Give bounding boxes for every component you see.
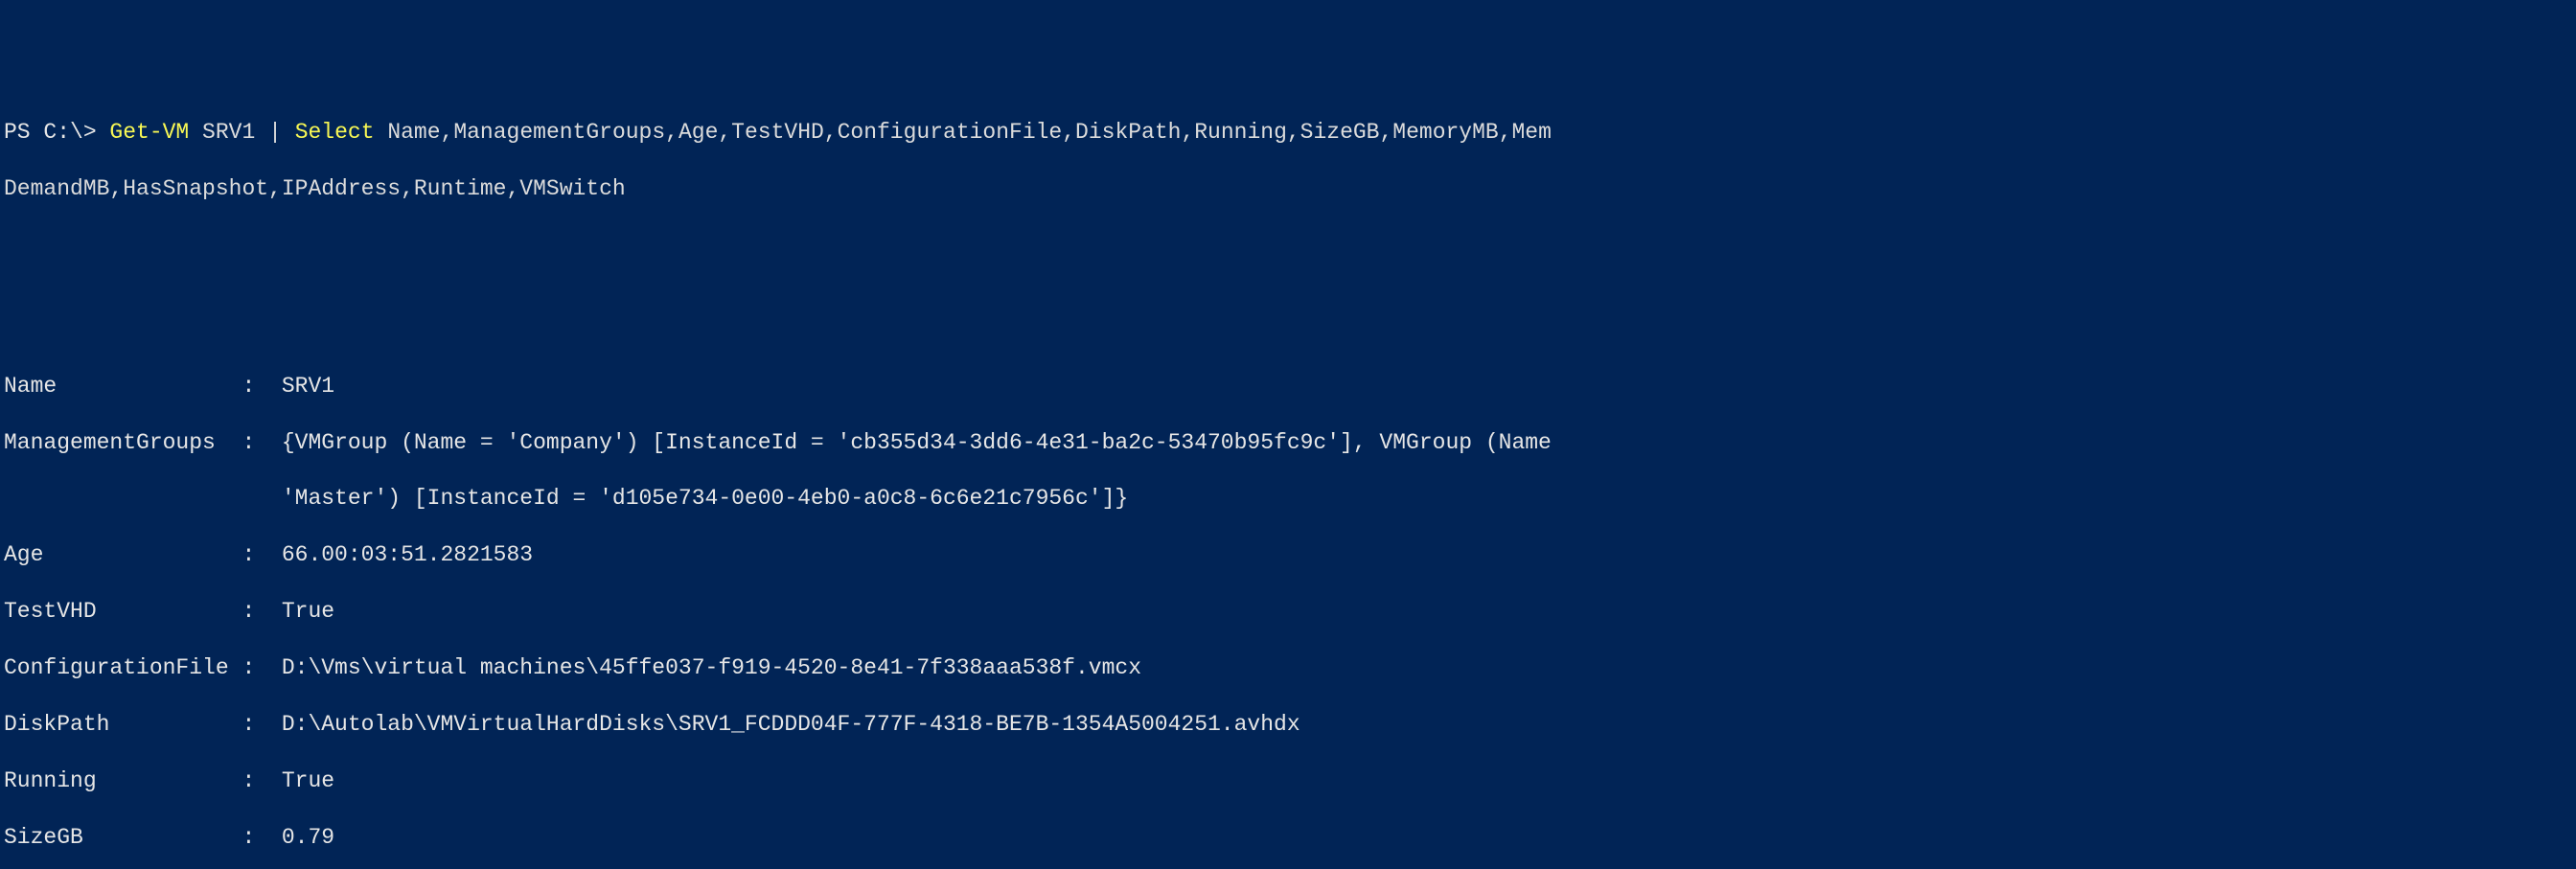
key-configurationfile: ConfigurationFile [4,654,242,682]
command-line-1[interactable]: PS C:\> Get-VM SRV1 | Select Name,Manage… [4,119,2576,147]
row-diskpath: DiskPath: D:\Autolab\VMVirtualHardDisks\… [4,711,2576,739]
key-managementgroups: ManagementGroups [4,429,242,457]
val-managementgroups-1: {VMGroup (Name = 'Company') [InstanceId … [282,429,1565,457]
row-testvhd: TestVHD: True [4,598,2576,626]
sep: : [242,541,281,569]
val-testvhd: True [282,598,334,626]
cmdlet-select: Select [295,120,375,145]
val-sizegb: 0.79 [282,824,334,852]
key-age: Age [4,541,242,569]
row-name: Name: SRV1 [4,373,2576,400]
val-diskpath: D:\Autolab\VMVirtualHardDisks\SRV1_FCDDD… [282,711,1300,739]
row-sizegb: SizeGB: 0.79 [4,824,2576,852]
val-running: True [282,767,334,795]
row-age: Age: 66.00:03:51.2821583 [4,541,2576,569]
sep: : [242,429,281,457]
key-testvhd: TestVHD [4,598,242,626]
output-block: Name: SRV1 ManagementGroups: {VMGroup (N… [4,344,2576,869]
indent [4,485,282,513]
row-running: Running: True [4,767,2576,795]
key-name: Name [4,373,242,400]
sep: : [242,824,281,852]
cmdlet-get-vm: Get-VM [109,120,189,145]
command-line-2[interactable]: DemandMB,HasSnapshot,IPAddress,Runtime,V… [4,175,2576,203]
sep: : [242,767,281,795]
key-sizegb: SizeGB [4,824,242,852]
key-diskpath: DiskPath [4,711,242,739]
pipe-symbol: | [268,120,295,145]
val-managementgroups-2: 'Master') [InstanceId = 'd105e734-0e00-4… [282,485,1128,513]
sep: : [242,598,281,626]
sep: : [242,373,281,400]
val-name: SRV1 [282,373,334,400]
blank-line-1 [4,232,2576,260]
row-configurationfile: ConfigurationFile: D:\Vms\virtual machin… [4,654,2576,682]
val-configurationfile: D:\Vms\virtual machines\45ffe037-f919-45… [282,654,1141,682]
sep: : [242,654,281,682]
cmd-arg-srv1: SRV1 [189,120,268,145]
sep: : [242,711,281,739]
row-managementgroups: ManagementGroups: {VMGroup (Name = 'Comp… [4,429,2576,457]
ps-prompt: PS C:\> [4,120,109,145]
blank-line-2 [4,287,2576,315]
row-managementgroups-cont: 'Master') [InstanceId = 'd105e734-0e00-4… [4,485,2576,513]
key-running: Running [4,767,242,795]
cmd-arg-props-1: Name,ManagementGroups,Age,TestVHD,Config… [375,120,1552,145]
val-age: 66.00:03:51.2821583 [282,541,533,569]
